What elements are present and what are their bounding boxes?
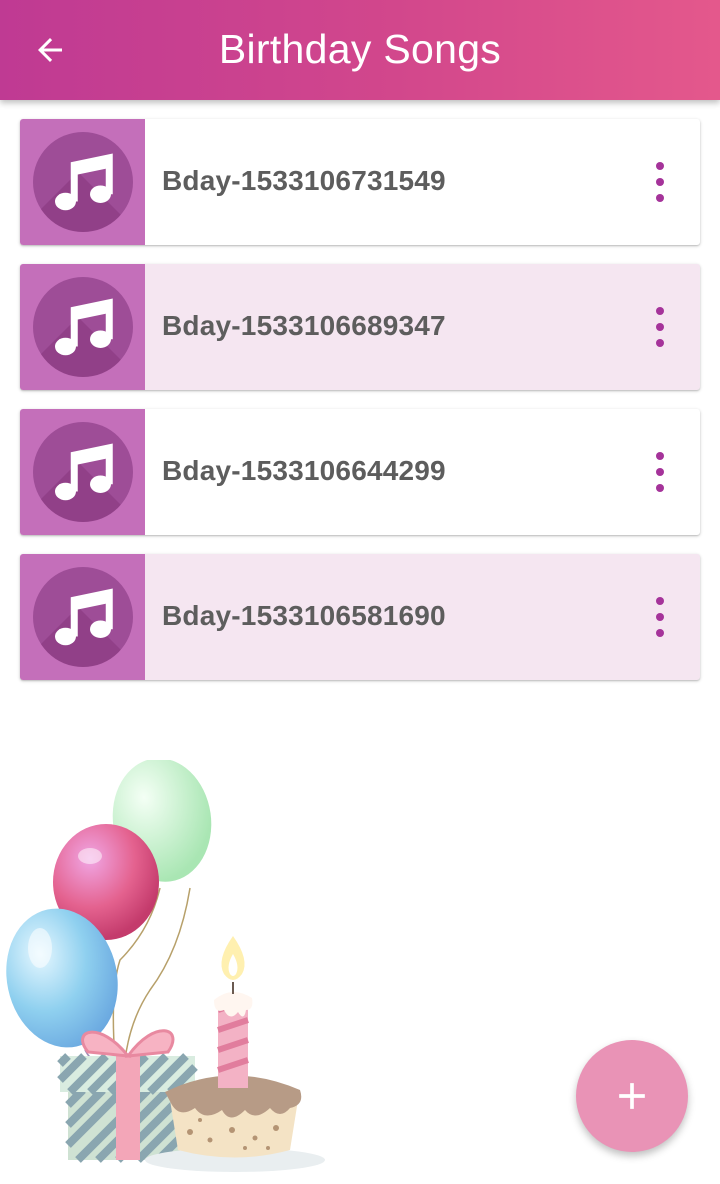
add-song-button[interactable] [576,1040,688,1152]
page-title: Birthday Songs [218,26,502,72]
music-note-icon [55,588,113,646]
song-thumbnail [20,409,145,535]
more-vert-icon[interactable] [646,452,674,492]
list-item[interactable]: Bday-1533106689347 [20,264,700,390]
song-list: Bday-1533106731549 Bday-1533106689347 Bd… [20,119,700,699]
music-note-icon [55,443,113,501]
list-item[interactable]: Bday-1533106644299 [20,409,700,535]
song-title: Bday-1533106689347 [162,310,446,341]
app-bar: Birthday Songs [0,0,720,100]
song-thumbnail [20,264,145,390]
music-note-icon [55,153,113,211]
song-thumbnail [20,554,145,680]
music-note-icon [55,298,113,356]
song-title: Bday-1533106581690 [162,600,446,631]
balloons-cake-gift-illustration [6,760,325,1172]
song-title: Bday-1533106731549 [162,165,446,196]
song-title: Bday-1533106644299 [162,455,446,486]
list-item[interactable]: Bday-1533106731549 [20,119,700,245]
more-vert-icon[interactable] [646,597,674,637]
more-vert-icon[interactable] [646,307,674,347]
plus-icon [619,1083,645,1109]
song-thumbnail [20,119,145,245]
more-vert-icon[interactable] [646,162,674,202]
list-item[interactable]: Bday-1533106581690 [20,554,700,680]
